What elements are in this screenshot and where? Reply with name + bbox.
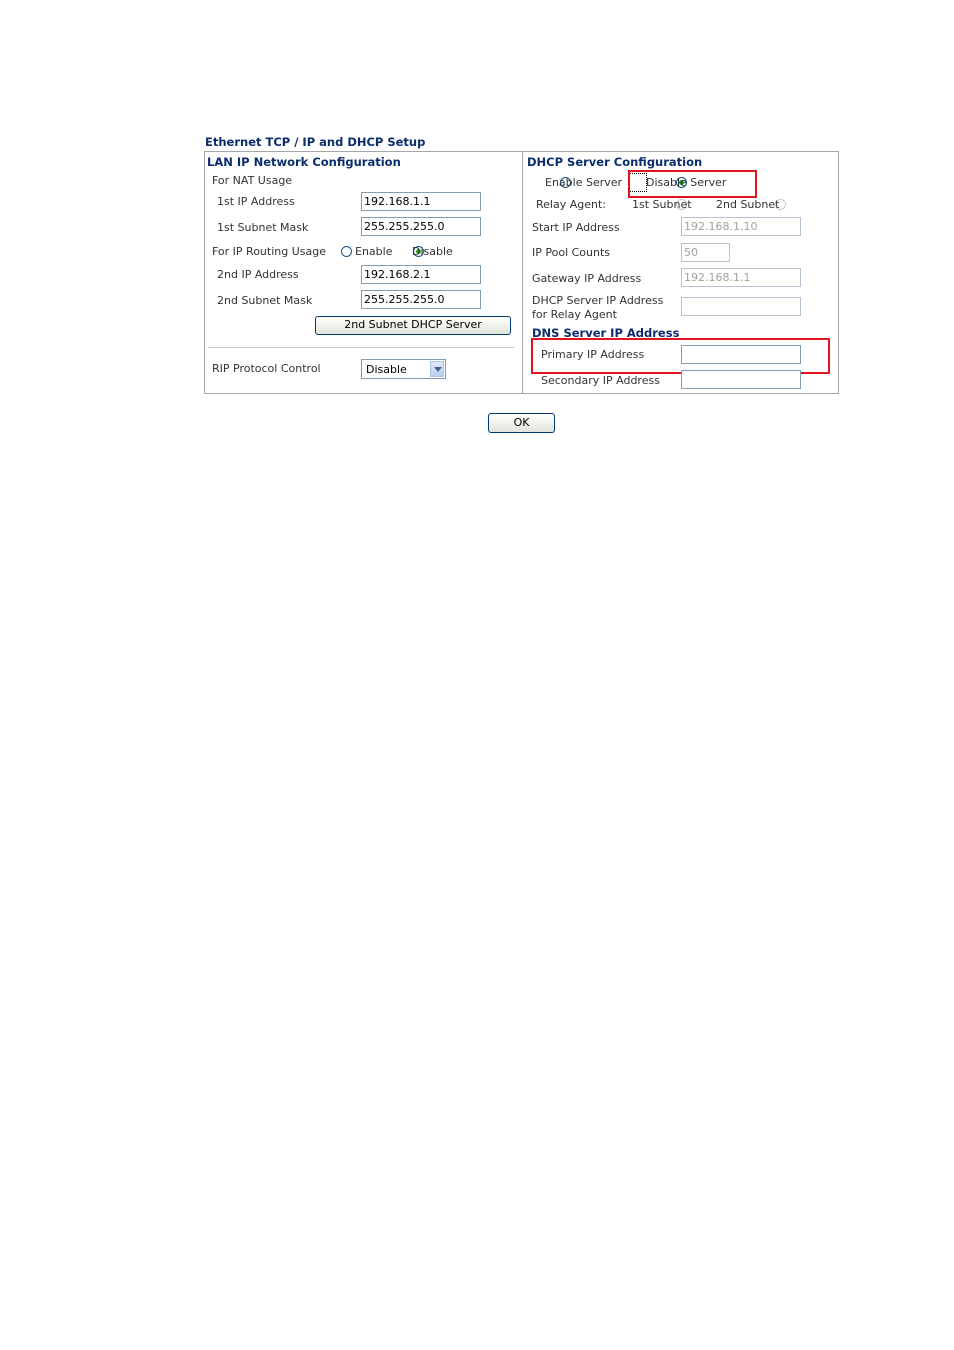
- secondary-dns-input[interactable]: [681, 370, 801, 389]
- relay-2nd-subnet-label: 2nd Subnet: [716, 198, 780, 211]
- pool-counts-label: IP Pool Counts: [532, 246, 611, 259]
- mask2-input[interactable]: 255.255.255.0: [361, 290, 481, 309]
- relay-server-ip-label: DHCP Server IP Address: [532, 294, 664, 307]
- highlight-primary-dns: [531, 338, 830, 374]
- start-ip-label: Start IP Address: [532, 221, 620, 234]
- routing-disable-label: Disable: [412, 245, 453, 258]
- routing-enable-label: Enable: [355, 245, 393, 258]
- relay-server-ip-label-2: for Relay Agent: [532, 308, 617, 321]
- ip2-label: 2nd IP Address: [217, 268, 299, 281]
- relay-server-ip-input[interactable]: [681, 297, 801, 316]
- enable-server-label: Enable Server: [545, 176, 623, 189]
- ip1-label: 1st IP Address: [217, 195, 295, 208]
- gateway-ip-input[interactable]: 192.168.1.1: [681, 268, 801, 287]
- mask1-label: 1st Subnet Mask: [217, 221, 309, 234]
- pool-counts-input[interactable]: 50: [681, 243, 730, 262]
- dhcp-section-heading: DHCP Server Configuration: [527, 155, 703, 169]
- chevron-down-icon[interactable]: [430, 361, 444, 377]
- second-subnet-dhcp-button[interactable]: 2nd Subnet DHCP Server: [315, 316, 511, 335]
- lan-section-heading: LAN IP Network Configuration: [207, 155, 401, 169]
- page-title: Ethernet TCP / IP and DHCP Setup: [205, 135, 426, 149]
- ip2-input[interactable]: 192.168.2.1: [361, 265, 481, 284]
- relay-agent-label: Relay Agent:: [536, 198, 606, 211]
- rip-protocol-label: RIP Protocol Control: [212, 362, 321, 375]
- ip1-input[interactable]: 192.168.1.1: [361, 192, 481, 211]
- start-ip-input[interactable]: 192.168.1.10: [681, 217, 801, 236]
- routing-enable-radio[interactable]: [341, 246, 352, 257]
- mask1-input[interactable]: 255.255.255.0: [361, 217, 481, 236]
- highlight-disable-server: [628, 170, 757, 198]
- ok-button[interactable]: OK: [488, 413, 555, 433]
- panel-divider: [522, 152, 523, 393]
- rip-protocol-select[interactable]: Disable: [361, 359, 446, 379]
- gateway-ip-label: Gateway IP Address: [532, 272, 642, 285]
- lan-separator: [208, 347, 514, 348]
- mask2-label: 2nd Subnet Mask: [217, 294, 313, 307]
- ip-routing-label: For IP Routing Usage: [212, 245, 327, 258]
- secondary-dns-label: Secondary IP Address: [541, 374, 660, 387]
- nat-usage-label: For NAT Usage: [212, 174, 293, 187]
- rip-protocol-value: Disable: [366, 363, 407, 376]
- relay-1st-subnet-label: 1st Subnet: [632, 198, 692, 211]
